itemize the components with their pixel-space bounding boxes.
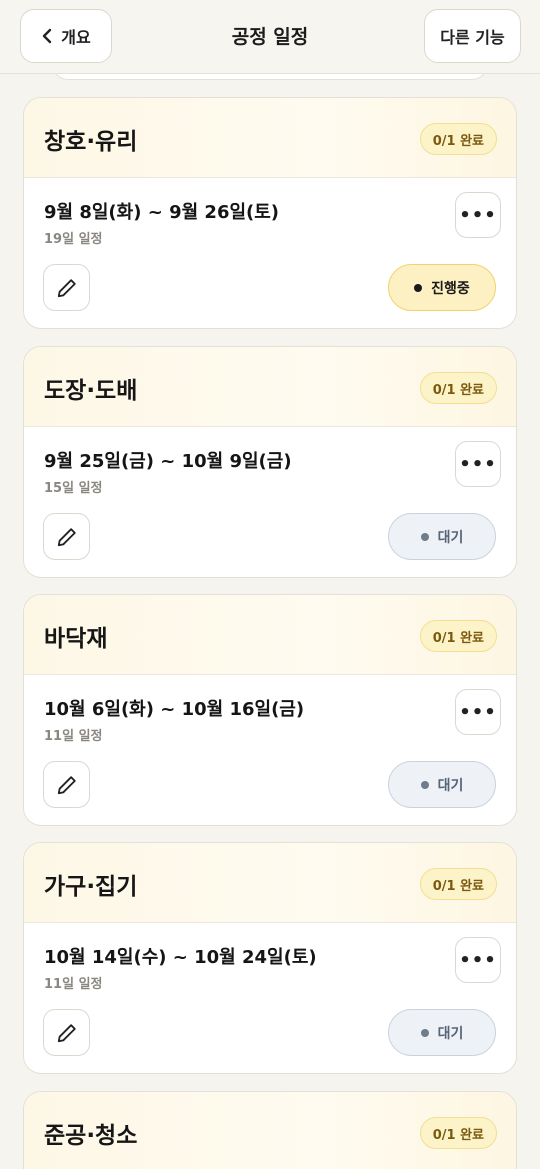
more-options-button[interactable]: ••• — [455, 689, 501, 735]
status-dot-icon — [420, 532, 429, 541]
task-title: 바닥재 — [44, 626, 108, 652]
more-features-button[interactable]: 다른 기능 — [424, 9, 521, 63]
task-card: 준공·청소 0/1 완료 — [23, 1091, 517, 1169]
status-dot-icon — [420, 1028, 429, 1037]
completion-badge: 0/1 완료 — [419, 372, 497, 404]
pencil-icon — [57, 1023, 76, 1042]
edit-button[interactable] — [43, 1009, 90, 1056]
ellipsis-icon: ••• — [459, 453, 497, 475]
date-range: 9월 8일(화) ~ 9월 26일(토) — [44, 202, 280, 223]
task-card-header: 준공·청소 0/1 완료 — [24, 1092, 516, 1169]
task-card-body: 9월 25일(금) ~ 10월 9일(금) 15일 일정 ••• 대기 — [24, 427, 516, 575]
more-options-button[interactable]: ••• — [455, 441, 501, 487]
task-title: 가구·집기 — [44, 874, 138, 900]
completion-badge: 0/1 완료 — [419, 123, 497, 155]
task-card: 창호·유리 0/1 완료 9월 8일(화) ~ 9월 26일(토) 19일 일정… — [23, 97, 517, 329]
pencil-icon — [57, 775, 76, 794]
status-toggle-waiting[interactable]: 대기 — [388, 513, 496, 560]
task-card-header: 도장·도배 0/1 완료 — [24, 347, 516, 427]
duration-label: 11일 일정 — [44, 977, 103, 992]
ellipsis-icon: ••• — [459, 949, 497, 971]
task-card-header: 바닥재 0/1 완료 — [24, 595, 516, 675]
date-range: 9월 25일(금) ~ 10월 9일(금) — [44, 451, 292, 472]
task-title: 준공·청소 — [44, 1123, 138, 1149]
ellipsis-icon: ••• — [459, 701, 497, 723]
task-card: 가구·집기 0/1 완료 10월 14일(수) ~ 10월 24일(토) 11일… — [23, 842, 517, 1074]
completion-badge: 0/1 완료 — [419, 620, 497, 652]
more-options-button[interactable]: ••• — [455, 192, 501, 238]
date-range: 10월 6일(화) ~ 10월 16일(금) — [44, 699, 305, 720]
task-card: 도장·도배 0/1 완료 9월 25일(금) ~ 10월 9일(금) 15일 일… — [23, 346, 517, 578]
duration-label: 11일 일정 — [44, 729, 103, 744]
task-title: 도장·도배 — [44, 378, 138, 404]
status-toggle-in-progress[interactable]: 진행중 — [388, 264, 496, 311]
edit-button[interactable] — [43, 761, 90, 808]
task-card-header: 창호·유리 0/1 완료 — [24, 98, 516, 178]
duration-label: 15일 일정 — [44, 481, 103, 496]
task-title: 창호·유리 — [44, 129, 138, 155]
status-label: 대기 — [437, 529, 464, 546]
task-card-body: 9월 8일(화) ~ 9월 26일(토) 19일 일정 ••• 진행중 — [24, 178, 516, 326]
edit-button[interactable] — [43, 513, 90, 560]
edit-button[interactable] — [43, 264, 90, 311]
status-label: 진행중 — [431, 280, 470, 297]
pencil-icon — [57, 278, 76, 297]
status-dot-icon — [420, 780, 429, 789]
completion-badge: 0/1 완료 — [419, 868, 497, 900]
status-dot-icon — [414, 283, 423, 292]
status-label: 대기 — [437, 1025, 464, 1042]
status-label: 대기 — [437, 777, 464, 794]
completion-badge: 0/1 완료 — [419, 1117, 497, 1149]
pencil-icon — [57, 527, 76, 546]
ellipsis-icon: ••• — [459, 204, 497, 226]
more-options-button[interactable]: ••• — [455, 937, 501, 983]
top-app-bar: 개요 공정 일정 다른 기능 — [0, 0, 540, 74]
date-range: 10월 14일(수) ~ 10월 24일(토) — [44, 947, 317, 968]
task-card-body: 10월 14일(수) ~ 10월 24일(토) 11일 일정 ••• 대기 — [24, 923, 516, 1071]
status-toggle-waiting[interactable]: 대기 — [388, 1009, 496, 1056]
task-card-body: 10월 6일(화) ~ 10월 16일(금) 11일 일정 ••• 대기 — [24, 675, 516, 823]
duration-label: 19일 일정 — [44, 232, 103, 247]
status-toggle-waiting[interactable]: 대기 — [388, 761, 496, 808]
task-card: 바닥재 0/1 완료 10월 6일(화) ~ 10월 16일(금) 11일 일정… — [23, 594, 517, 826]
task-card-header: 가구·집기 0/1 완료 — [24, 843, 516, 923]
